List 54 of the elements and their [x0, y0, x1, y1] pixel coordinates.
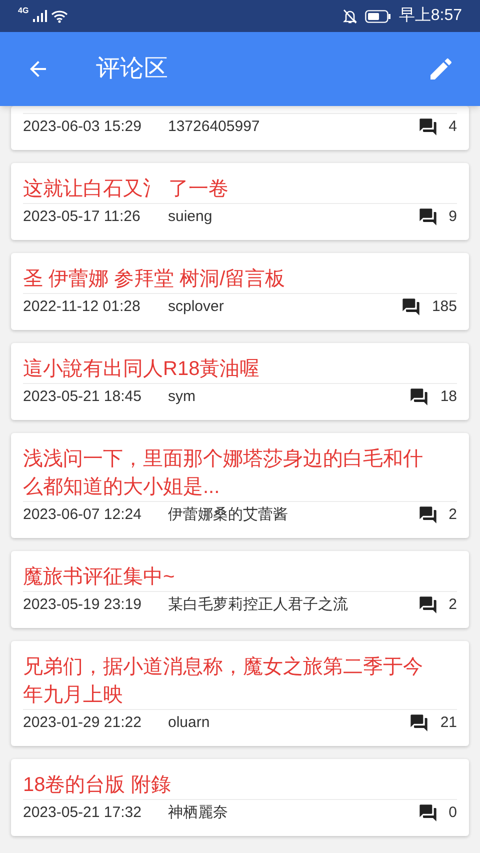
clock: 早上8:57: [398, 6, 462, 26]
post-title: 这就让白石又氵 了一卷: [23, 177, 230, 202]
comment-count: 21: [440, 712, 457, 733]
comment-icon: [418, 803, 438, 823]
comment-icon: [418, 505, 438, 525]
post-card[interactable]: 這小說有出同人R18黃油喔 2023-05-21 18:45 sym 18: [11, 343, 469, 420]
bell-off-icon: [342, 8, 357, 24]
network-label: 4G: [18, 5, 29, 17]
screen-title: 评论区: [96, 54, 169, 84]
wifi-icon: [50, 10, 68, 22]
post-author: sym: [168, 386, 196, 407]
post-author: 某白毛萝莉控正人君子之流: [168, 594, 349, 615]
comment-icon: [400, 297, 421, 317]
comment-icon: [418, 207, 438, 227]
post-date: 2023-05-19 23:19: [23, 594, 142, 615]
post-card[interactable]: 2023-06-03 15:29 13726405997 4: [11, 106, 469, 150]
comment-count: 2: [448, 594, 457, 615]
post-author: scplover: [168, 296, 225, 317]
post-title: 浅浅问一下，里面那个娜塔莎身边的白毛和什么都知道的大小姐是...: [23, 447, 424, 500]
comment-count: 9: [448, 206, 457, 227]
comment-icon: [409, 387, 430, 407]
post-card[interactable]: 浅浅问一下，里面那个娜塔莎身边的白毛和什么都知道的大小姐是... 2023-06-07 12:24 伊蕾娜桑的艾蕾酱 2: [11, 433, 469, 538]
post-date: 2023-06-07 12:24: [23, 504, 142, 525]
post-author: oluarn: [168, 712, 211, 733]
post-card[interactable]: 兄弟们，据小道消息称，魔女之旅第二季于今年九月上映 2023-01-29 21:22 oluarn 21: [11, 641, 469, 746]
post-card[interactable]: 圣 伊蕾娜 参拜堂 树洞/留言板 2022-11-12 01:28 scplover 185: [11, 253, 469, 330]
post-author: 伊蕾娜桑的艾蕾酱: [168, 504, 289, 525]
battery-icon: [364, 10, 391, 22]
comment-count: 18: [440, 386, 457, 407]
comment-count: 4: [448, 116, 457, 137]
post-date: 2023-05-21 18:45: [23, 386, 142, 407]
post-title: 圣 伊蕾娜 参拜堂 树洞/留言板: [23, 267, 286, 292]
post-date: 2023-05-17 11:26: [23, 206, 142, 227]
post-title: 兄弟们，据小道消息称，魔女之旅第二季于今年九月上映: [23, 655, 424, 708]
comment-icon: [418, 595, 438, 615]
post-card[interactable]: 魔旅书评征集中~ 2023-05-19 23:19 某白毛萝莉控正人君子之流 2: [11, 551, 469, 628]
post-author: suieng: [168, 206, 214, 227]
comment-icon: [409, 713, 430, 733]
post-author: 神栖麗奈: [168, 802, 229, 823]
comment-count: 185: [432, 296, 457, 317]
post-date: 2023-05-21 17:32: [23, 802, 142, 823]
post-date: 2022-11-12 01:28: [23, 296, 142, 317]
comment-count: 0: [448, 802, 457, 823]
post-card[interactable]: 18卷的台版 附錄 2023-05-21 17:32 神栖麗奈 0: [11, 759, 469, 836]
post-title: 這小說有出同人R18黃油喔: [23, 357, 261, 382]
post-author: 13726405997: [168, 116, 261, 137]
comment-count: 2: [448, 504, 457, 525]
signal-icon: [32, 10, 47, 22]
comment-icon: [418, 117, 438, 137]
post-card[interactable]: 这就让白石又氵 了一卷 2023-05-17 11:26 suieng 9: [11, 163, 469, 240]
post-title: 18卷的台版 附錄: [23, 773, 172, 798]
post-date: 2023-06-03 15:29: [23, 116, 142, 137]
post-title: 魔旅书评征集中~: [23, 565, 176, 590]
post-date: 2023-01-29 21:22: [23, 712, 142, 733]
